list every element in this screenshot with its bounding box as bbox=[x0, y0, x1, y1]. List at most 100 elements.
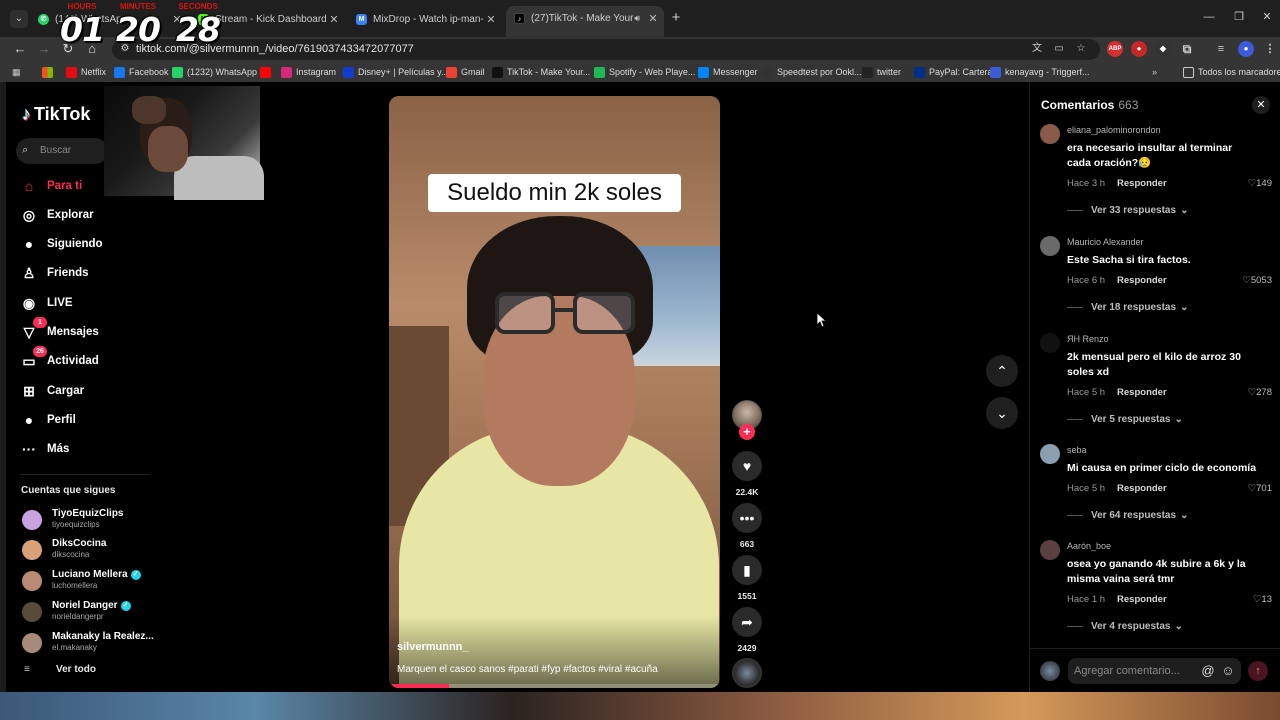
comment-username[interactable]: eliana_palominorondon bbox=[1067, 125, 1161, 135]
view-replies-button[interactable]: Ver 5 respuestas ⌄ bbox=[1067, 414, 1183, 425]
mention-at-icon[interactable]: @ bbox=[1200, 663, 1216, 679]
comment-username[interactable]: Mauricio Alexander bbox=[1067, 237, 1144, 247]
extension-red-icon[interactable]: ● bbox=[1131, 41, 1147, 57]
extensions-puzzle-icon[interactable]: ⧉ bbox=[1179, 41, 1195, 57]
restore-icon[interactable]: ❐ bbox=[1231, 9, 1247, 25]
menu-kebab-icon[interactable]: ⋮ bbox=[1262, 41, 1278, 57]
bookmark-item[interactable]: Instagram bbox=[281, 65, 336, 79]
apps-grid-icon[interactable]: ▦ bbox=[12, 65, 21, 79]
bookmark-item[interactable]: (1232) WhatsApp bbox=[172, 65, 257, 79]
search-box[interactable]: ⌕ Buscar bbox=[16, 138, 108, 164]
adblock-extension-icon[interactable]: ABP bbox=[1107, 41, 1123, 57]
followed-account[interactable]: Makanaky la Realez... el.makanaky bbox=[22, 631, 158, 655]
follow-plus-icon[interactable]: + bbox=[739, 424, 755, 440]
bookmark-item[interactable]: kenayavg - Triggerf... bbox=[990, 65, 1090, 79]
video-description[interactable]: Marquen el casco sanos #parati #fyp #fac… bbox=[397, 664, 658, 675]
profile-avatar-icon[interactable]: ● bbox=[1238, 41, 1254, 57]
comment-like[interactable]: ♡278 bbox=[1248, 387, 1272, 398]
comment-input-box[interactable]: @ ☺ bbox=[1068, 658, 1241, 684]
more-bookmarks-chevron-icon[interactable]: » bbox=[1152, 65, 1157, 79]
bookmark-item[interactable]: Messenger bbox=[698, 65, 758, 79]
sidebar-item-explorar[interactable]: ◎ Explorar bbox=[20, 205, 94, 225]
bookmark-item[interactable]: Speedtest por Ookl... bbox=[762, 65, 862, 79]
view-replies-button[interactable]: Ver 4 respuestas ⌄ bbox=[1067, 621, 1183, 632]
bookmark-item[interactable]: Gmail bbox=[446, 65, 485, 79]
sidebar-item-live[interactable]: ◉ LIVE bbox=[20, 293, 73, 313]
share-arrow-icon[interactable]: ➦ bbox=[732, 607, 762, 637]
translate-icon[interactable]: 文 bbox=[1030, 42, 1044, 56]
like-heart-icon[interactable]: ♥ bbox=[732, 451, 762, 481]
sidebar-item-siguiendo[interactable]: ● Siguiendo bbox=[20, 234, 103, 254]
close-icon[interactable]: ✕ bbox=[484, 13, 498, 26]
commenter-avatar[interactable] bbox=[1040, 124, 1060, 144]
followed-account[interactable]: Noriel Danger ✓ norieldangerpr bbox=[22, 600, 158, 624]
bookmark-item[interactable]: Facebook bbox=[114, 65, 169, 79]
bookmark-item[interactable] bbox=[260, 65, 275, 79]
video-player[interactable]: Sueldo min 2k soles silvermunnn_ Marquen… bbox=[389, 96, 720, 688]
comment-like[interactable]: ♡5053 bbox=[1242, 275, 1272, 286]
comment-username[interactable]: Aarón_boe bbox=[1067, 541, 1111, 551]
next-video-chevron-down-icon[interactable]: ⌄ bbox=[986, 397, 1018, 429]
sidebar-item-más[interactable]: ··· Más bbox=[20, 439, 69, 459]
commenter-avatar[interactable] bbox=[1040, 333, 1060, 353]
tiktok-logo[interactable]: ♪ TikTok bbox=[22, 104, 90, 125]
send-arrow-icon[interactable]: ↑ bbox=[1248, 661, 1268, 681]
bookmark-item[interactable]: Spotify - Web Playe... bbox=[594, 65, 695, 79]
comment-username[interactable]: ЯH Renzo bbox=[1067, 334, 1109, 344]
tab-whatsapp[interactable]: ✆ (142) WhatsApp ✕ bbox=[30, 8, 188, 30]
close-comments-icon[interactable]: ✕ bbox=[1252, 96, 1270, 114]
view-replies-button[interactable]: Ver 64 respuestas ⌄ bbox=[1067, 510, 1188, 521]
window-close-icon[interactable]: ✕ bbox=[1259, 9, 1275, 25]
reply-button[interactable]: Responder bbox=[1117, 594, 1167, 605]
extension-diamond-icon[interactable]: ◆ bbox=[1155, 41, 1171, 57]
music-disc-icon[interactable] bbox=[732, 658, 762, 688]
reply-button[interactable]: Responder bbox=[1117, 387, 1167, 398]
bookmark-item[interactable]: Disney+ | Películas y... bbox=[343, 65, 448, 79]
minimize-icon[interactable]: — bbox=[1201, 9, 1217, 25]
tab-search-chevron-icon[interactable]: ⌄ bbox=[10, 10, 28, 28]
commenter-avatar[interactable] bbox=[1040, 444, 1060, 464]
commenter-avatar[interactable] bbox=[1040, 540, 1060, 560]
address-bar[interactable]: ⚙ tiktok.com/@silvermunnn_/video/7619037… bbox=[112, 39, 1100, 60]
comment-input[interactable] bbox=[1074, 663, 1194, 679]
previous-video-chevron-up-icon[interactable]: ⌃ bbox=[986, 355, 1018, 387]
all-bookmarks-folder[interactable]: Todos los marcadores bbox=[1183, 65, 1280, 79]
comment-like[interactable]: ♡13 bbox=[1253, 594, 1272, 605]
reply-button[interactable]: Responder bbox=[1117, 275, 1167, 286]
bookmark-item[interactable]: twitter bbox=[862, 65, 901, 79]
view-replies-button[interactable]: Ver 18 respuestas ⌄ bbox=[1067, 302, 1188, 313]
new-tab-button[interactable]: + bbox=[668, 10, 684, 26]
followed-account[interactable]: TiyoEquizClips tiyoequizclips bbox=[22, 508, 158, 532]
close-icon[interactable]: ✕ bbox=[327, 13, 341, 26]
close-icon[interactable]: ✕ bbox=[646, 12, 660, 25]
comment-bubble-icon[interactable]: ••• bbox=[732, 503, 762, 533]
media-controls-icon[interactable]: ≡ bbox=[1213, 41, 1229, 57]
bookmark-item[interactable]: PayPal: Cartera bbox=[914, 65, 993, 79]
comment-username[interactable]: seba bbox=[1067, 445, 1087, 455]
sidebar-item-friends[interactable]: ♙ Friends bbox=[20, 263, 89, 283]
audio-playing-icon[interactable]: 🔊︎ bbox=[634, 13, 640, 24]
bookmark-item[interactable]: Netflix bbox=[66, 65, 106, 79]
back-arrow-icon[interactable]: ← bbox=[12, 41, 28, 57]
sidebar-item-para-ti[interactable]: ⌂ Para ti bbox=[20, 176, 82, 196]
sidebar-item-perfil[interactable]: ● Perfil bbox=[20, 410, 76, 430]
video-username[interactable]: silvermunnn_ bbox=[397, 641, 469, 653]
emoji-icon[interactable]: ☺ bbox=[1220, 663, 1236, 679]
followed-account[interactable]: DiksCocina dikscocina bbox=[22, 538, 158, 562]
sidebar-item-mensajes[interactable]: ▽ 1 Mensajes bbox=[20, 317, 99, 342]
reply-button[interactable]: Responder bbox=[1117, 178, 1167, 189]
bookmark-icon[interactable]: ▮ bbox=[732, 555, 762, 585]
bookmark-star-icon[interactable]: ☆ bbox=[1074, 42, 1088, 56]
comment-like[interactable]: ♡701 bbox=[1248, 483, 1272, 494]
sidebar-item-actividad[interactable]: ▭ 26 Actividad bbox=[20, 346, 99, 371]
comment-like[interactable]: ♡149 bbox=[1248, 178, 1272, 189]
bookmark-item[interactable]: TikTok - Make Your... bbox=[492, 65, 590, 79]
windows-icon[interactable] bbox=[42, 65, 57, 79]
cast-icon[interactable]: ▭ bbox=[1052, 42, 1066, 56]
tab-tiktok[interactable]: ♪ (27)TikTok - Make Your Day 🔊︎ ✕ bbox=[506, 6, 664, 37]
reply-button[interactable]: Responder bbox=[1117, 483, 1167, 494]
forward-arrow-icon[interactable]: → bbox=[36, 41, 52, 57]
video-progress-bar[interactable] bbox=[389, 684, 720, 688]
sidebar-item-cargar[interactable]: ⊞ Cargar bbox=[20, 381, 84, 401]
tab-mixdrop[interactable]: M MixDrop - Watch ip-man-2-201 ✕ bbox=[348, 8, 502, 30]
